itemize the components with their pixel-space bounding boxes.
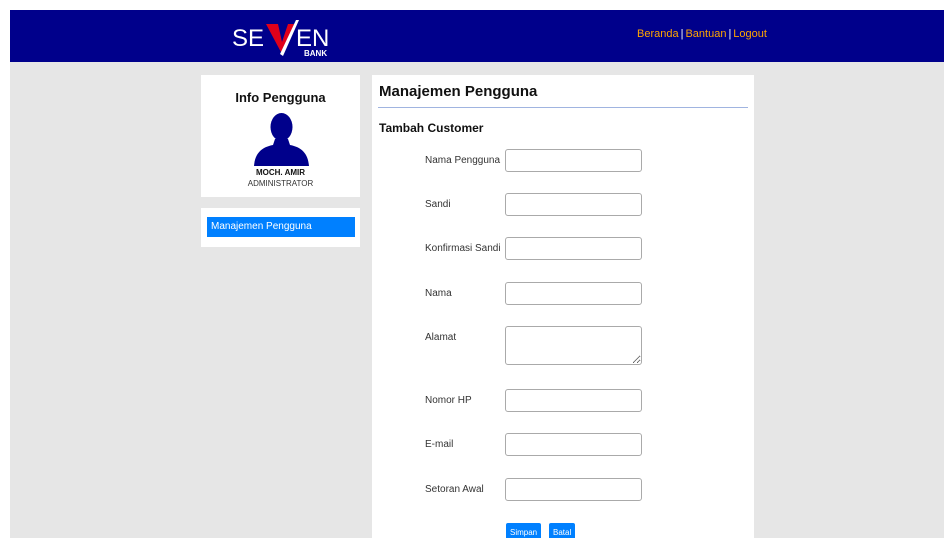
confirm-password-input[interactable]	[505, 237, 642, 260]
phone-input[interactable]	[505, 389, 642, 412]
user-info-panel: Info Pengguna MOCH. AMIR ADMINISTRATOR	[201, 75, 360, 197]
seven-bank-logo[interactable]: SE EN BANK	[232, 18, 342, 58]
cancel-button[interactable]: Batal	[549, 523, 576, 538]
page: SE EN BANK Beranda | Bantuan | Logout Info P…	[10, 10, 944, 538]
password-label: Sandi	[425, 199, 451, 210]
title-divider	[378, 107, 748, 108]
username-label: Nama Pengguna	[425, 155, 501, 166]
address-label: Alamat	[425, 332, 457, 343]
initial-deposit-input[interactable]	[505, 478, 642, 501]
email-input[interactable]	[505, 433, 642, 456]
user-name: MOCH. AMIR	[255, 168, 306, 177]
username-input[interactable]	[505, 149, 642, 172]
nav-separator: |	[728, 28, 732, 40]
main-content: Manajemen Pengguna Tambah Customer Nama …	[372, 75, 754, 538]
confirm-password-label: Konfirmasi Sandi	[425, 243, 501, 254]
phone-label: Nomor HP	[425, 395, 472, 406]
nav-separator: |	[680, 28, 684, 40]
nav-link-bantuan[interactable]: Bantuan	[685, 28, 726, 40]
user-panel-title: Info Pengguna	[235, 90, 326, 105]
initial-deposit-label: Setoran Awal	[425, 484, 484, 495]
nav-link-logout[interactable]: Logout	[733, 28, 767, 40]
user-role: ADMINISTRATOR	[247, 179, 314, 188]
address-textarea[interactable]	[505, 326, 642, 365]
nav-link-beranda[interactable]: Beranda	[637, 28, 679, 40]
sidebar-item-manajemen-pengguna[interactable]: Manajemen Pengguna	[207, 217, 355, 237]
page-title: Manajemen Pengguna	[379, 83, 538, 100]
user-silhouette-icon	[253, 111, 310, 166]
name-input[interactable]	[505, 282, 642, 305]
svg-text:EN: EN	[296, 25, 329, 52]
section-title: Tambah Customer	[379, 121, 484, 135]
side-menu: Manajemen Pengguna	[201, 208, 360, 247]
svg-text:SE: SE	[232, 25, 264, 52]
svg-text:BANK: BANK	[304, 49, 327, 58]
email-label: E-mail	[425, 439, 454, 450]
name-label: Nama	[425, 288, 452, 299]
save-button[interactable]: Simpan	[506, 523, 542, 538]
top-navigation: Beranda | Bantuan | Logout	[637, 28, 767, 40]
password-input[interactable]	[505, 193, 642, 216]
header-bar: SE EN BANK Beranda | Bantuan | Logout	[10, 10, 944, 62]
